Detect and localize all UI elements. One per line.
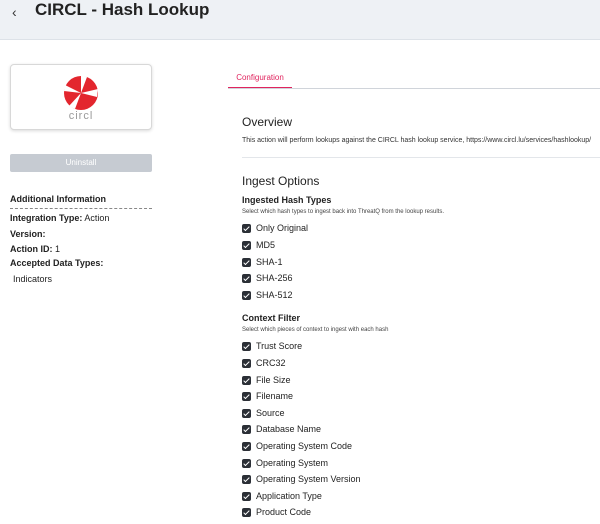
checkbox-application-type[interactable]: Application Type	[242, 490, 322, 502]
checkbox-file-size[interactable]: File Size	[242, 374, 291, 386]
checkbox-label: SHA-1	[256, 257, 283, 267]
accepted-data-types-value: Indicators	[13, 274, 53, 284]
checkbox-checked-icon[interactable]	[242, 240, 251, 250]
checkbox-os[interactable]: Operating System	[242, 457, 328, 469]
checkbox-label: Database Name	[256, 424, 322, 434]
checkbox-checked-icon[interactable]	[242, 458, 251, 468]
circl-logo-icon	[64, 75, 98, 110]
checkbox-checked-icon[interactable]	[242, 424, 251, 434]
page-header: ‹ CIRCL - Hash Lookup	[0, 0, 600, 40]
checkbox-checked-icon[interactable]	[242, 341, 251, 351]
checkbox-label: Source	[256, 408, 285, 418]
checkbox-checked-icon[interactable]	[242, 408, 251, 418]
tab-divider	[228, 88, 600, 89]
checkbox-checked-icon[interactable]	[242, 491, 251, 501]
action-id-row: Action ID: 1	[10, 244, 60, 254]
chevron-left-icon[interactable]: ‹	[12, 4, 28, 20]
checkbox-os-code[interactable]: Operating System Code	[242, 440, 352, 452]
uninstall-button[interactable]: Uninstall	[10, 154, 152, 172]
checkbox-checked-icon[interactable]	[242, 273, 251, 283]
accepted-data-types-row: Accepted Data Types:	[10, 258, 103, 268]
checkbox-checked-icon[interactable]	[242, 257, 251, 267]
checkbox-checked-icon[interactable]	[242, 391, 251, 401]
checkbox-sha512[interactable]: SHA-512	[242, 289, 293, 301]
logo-text: circl	[68, 110, 94, 122]
checkbox-checked-icon[interactable]	[242, 507, 251, 517]
checkbox-checked-icon[interactable]	[242, 223, 251, 233]
checkbox-label: Product Code	[256, 507, 312, 517]
integration-type-label: Integration Type:	[10, 213, 83, 223]
section-divider	[242, 157, 600, 158]
checkbox-database-name[interactable]: Database Name	[242, 423, 321, 435]
ingest-options-title: Ingest Options	[242, 174, 320, 188]
overview-title: Overview	[242, 115, 293, 129]
checkbox-checked-icon[interactable]	[242, 474, 251, 484]
checkbox-label: SHA-512	[256, 290, 293, 300]
checkbox-label: Trust Score	[256, 341, 303, 351]
checkbox-crc32[interactable]: CRC32	[242, 357, 286, 369]
checkbox-label: Filename	[256, 391, 294, 401]
integration-type-row: Integration Type: Action	[10, 213, 109, 223]
checkbox-label: Operating System	[256, 458, 329, 468]
tab-configuration[interactable]: Configuration	[228, 70, 292, 89]
checkbox-sha256[interactable]: SHA-256	[242, 272, 293, 284]
checkbox-checked-icon[interactable]	[242, 375, 251, 385]
checkbox-label: Operating System Version	[256, 474, 361, 484]
checkbox-only-original[interactable]: Only Original	[242, 222, 308, 234]
checkbox-label: File Size	[256, 375, 291, 385]
integration-logo: circl	[10, 64, 152, 130]
checkbox-label: Operating System Code	[256, 441, 353, 451]
checkbox-product-code[interactable]: Product Code	[242, 506, 311, 518]
action-id-value: 1	[55, 244, 61, 254]
accepted-data-types-label: Accepted Data Types:	[10, 258, 104, 268]
checkbox-checked-icon[interactable]	[242, 358, 251, 368]
version-row: Version:	[10, 229, 46, 239]
additional-information-title: Additional Information	[10, 194, 152, 209]
context-filter-description: Select which pieces of context to ingest…	[242, 327, 389, 333]
checkbox-label: Application Type	[256, 491, 322, 501]
checkbox-trust-score[interactable]: Trust Score	[242, 340, 302, 352]
checkbox-sha1[interactable]: SHA-1	[242, 256, 283, 268]
page-title: CIRCL - Hash Lookup	[35, 0, 210, 19]
checkbox-checked-icon[interactable]	[242, 290, 251, 300]
checkbox-md5[interactable]: MD5	[242, 239, 275, 251]
ingested-hash-types-title: Ingested Hash Types	[242, 195, 332, 205]
checkbox-label: CRC32	[256, 358, 286, 368]
checkbox-os-version[interactable]: Operating System Version	[242, 473, 361, 485]
integration-type-value: Action	[84, 213, 110, 223]
ingested-hash-types-description: Select which hash types to ingest back i…	[242, 209, 444, 215]
checkbox-label: SHA-256	[256, 273, 293, 283]
overview-description: This action will perform lookups against…	[242, 137, 592, 144]
checkbox-label: Only Original	[256, 223, 309, 233]
version-label: Version:	[10, 229, 46, 239]
checkbox-label: MD5	[256, 240, 276, 250]
context-filter-title: Context Filter	[242, 313, 301, 323]
checkbox-source[interactable]: Source	[242, 407, 285, 419]
action-id-label: Action ID:	[10, 244, 53, 254]
checkbox-filename[interactable]: Filename	[242, 390, 293, 402]
checkbox-checked-icon[interactable]	[242, 441, 251, 451]
